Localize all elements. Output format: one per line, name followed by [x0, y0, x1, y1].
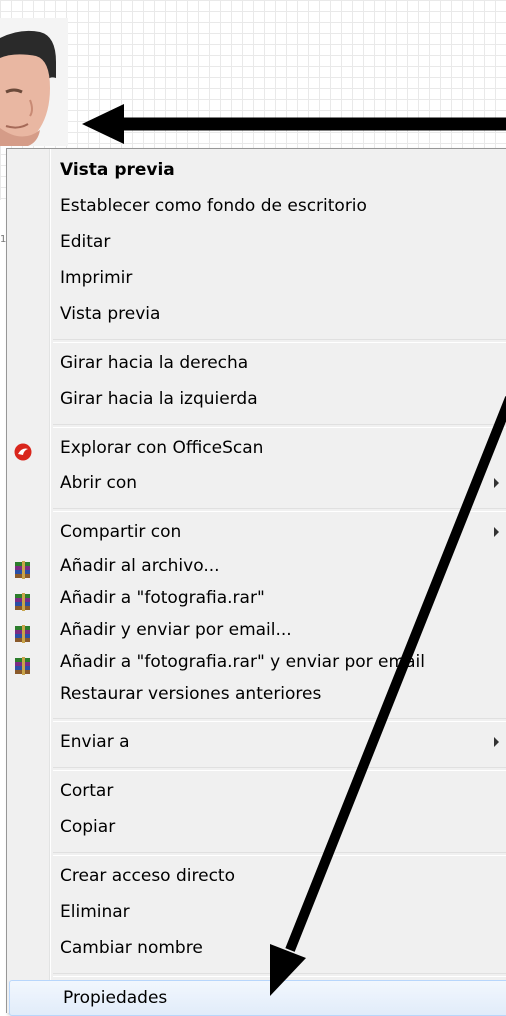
menu-item-label: Abrir con: [60, 473, 138, 493]
menu-separator: [53, 852, 506, 856]
menu-separator: [53, 973, 506, 977]
menu-item-label: Editar: [60, 232, 111, 252]
menu-item-label: Girar hacia la derecha: [60, 353, 249, 373]
menu-item-label: Enviar a: [60, 732, 130, 752]
menu-item-label: Cambiar nombre: [60, 938, 203, 958]
menu-item-label: Añadir y enviar por email...: [60, 620, 292, 640]
winrar-icon: [13, 589, 33, 611]
menu-item-compartir-con[interactable]: Compartir con: [7, 515, 506, 549]
menu-item-label: Explorar con OfficeScan: [60, 438, 264, 458]
context-menu: Vista previa Establecer como fondo de es…: [6, 148, 506, 1016]
user-photo-thumbnail[interactable]: [0, 18, 68, 146]
menu-separator: [53, 508, 506, 512]
menu-item-editar[interactable]: Editar: [7, 225, 506, 259]
submenu-arrow-icon: [494, 527, 499, 537]
menu-item-officescan[interactable]: Explorar con OfficeScan: [7, 431, 506, 465]
menu-item-label: Copiar: [60, 817, 116, 837]
menu-item-restaurar-versiones[interactable]: Restaurar versiones anteriores: [7, 677, 506, 711]
submenu-arrow-icon: [494, 737, 499, 747]
officescan-icon: [13, 439, 33, 461]
winrar-icon: [13, 557, 33, 579]
menu-separator: [53, 339, 506, 343]
menu-item-label: Cortar: [60, 781, 114, 801]
menu-item-eliminar[interactable]: Eliminar: [7, 895, 506, 929]
menu-item-propiedades[interactable]: Propiedades: [9, 980, 506, 1016]
menu-item-label: Imprimir: [60, 268, 133, 288]
menu-item-label: Vista previa: [60, 304, 161, 324]
menu-item-label: Eliminar: [60, 902, 130, 922]
menu-item-label: Añadir a "fotografia.rar" y enviar por e…: [60, 652, 425, 672]
menu-item-crear-acceso-directo[interactable]: Crear acceso directo: [7, 859, 506, 893]
menu-item-label: Compartir con: [60, 522, 182, 542]
menu-item-label: Girar hacia la izquierda: [60, 389, 258, 409]
menu-item-label: Propiedades: [63, 988, 168, 1008]
menu-item-fondo-escritorio[interactable]: Establecer como fondo de escritorio: [7, 189, 506, 223]
menu-item-cortar[interactable]: Cortar: [7, 774, 506, 808]
menu-item-enviar-a[interactable]: Enviar a: [7, 725, 506, 759]
menu-item-anadir-archivo[interactable]: Añadir al archivo...: [7, 549, 506, 583]
menu-item-vista-previa-default[interactable]: Vista previa: [7, 153, 506, 187]
menu-separator: [53, 718, 506, 722]
menu-item-label: Añadir a "fotografia.rar": [60, 588, 265, 608]
menu-item-label: Vista previa: [60, 160, 175, 180]
menu-item-abrir-con[interactable]: Abrir con: [7, 466, 506, 500]
menu-item-label: Añadir al archivo...: [60, 556, 220, 576]
menu-separator: [53, 424, 506, 428]
menu-item-vista-previa[interactable]: Vista previa: [7, 297, 506, 331]
winrar-icon: [13, 653, 33, 675]
menu-item-anadir-rar-email[interactable]: Añadir a "fotografia.rar" y enviar por e…: [7, 645, 506, 679]
menu-item-label: Restaurar versiones anteriores: [60, 684, 322, 704]
submenu-arrow-icon: [494, 478, 499, 488]
menu-item-girar-derecha[interactable]: Girar hacia la derecha: [7, 346, 506, 380]
menu-item-girar-izquierda[interactable]: Girar hacia la izquierda: [7, 382, 506, 416]
menu-item-anadir-email[interactable]: Añadir y enviar por email...: [7, 613, 506, 647]
menu-item-cambiar-nombre[interactable]: Cambiar nombre: [7, 931, 506, 965]
menu-item-label: Crear acceso directo: [60, 866, 235, 886]
menu-item-imprimir[interactable]: Imprimir: [7, 261, 506, 295]
menu-item-anadir-rar[interactable]: Añadir a "fotografia.rar": [7, 581, 506, 615]
menu-item-copiar[interactable]: Copiar: [7, 810, 506, 844]
menu-item-label: Establecer como fondo de escritorio: [60, 196, 367, 216]
menu-separator: [53, 767, 506, 771]
winrar-icon: [13, 621, 33, 643]
